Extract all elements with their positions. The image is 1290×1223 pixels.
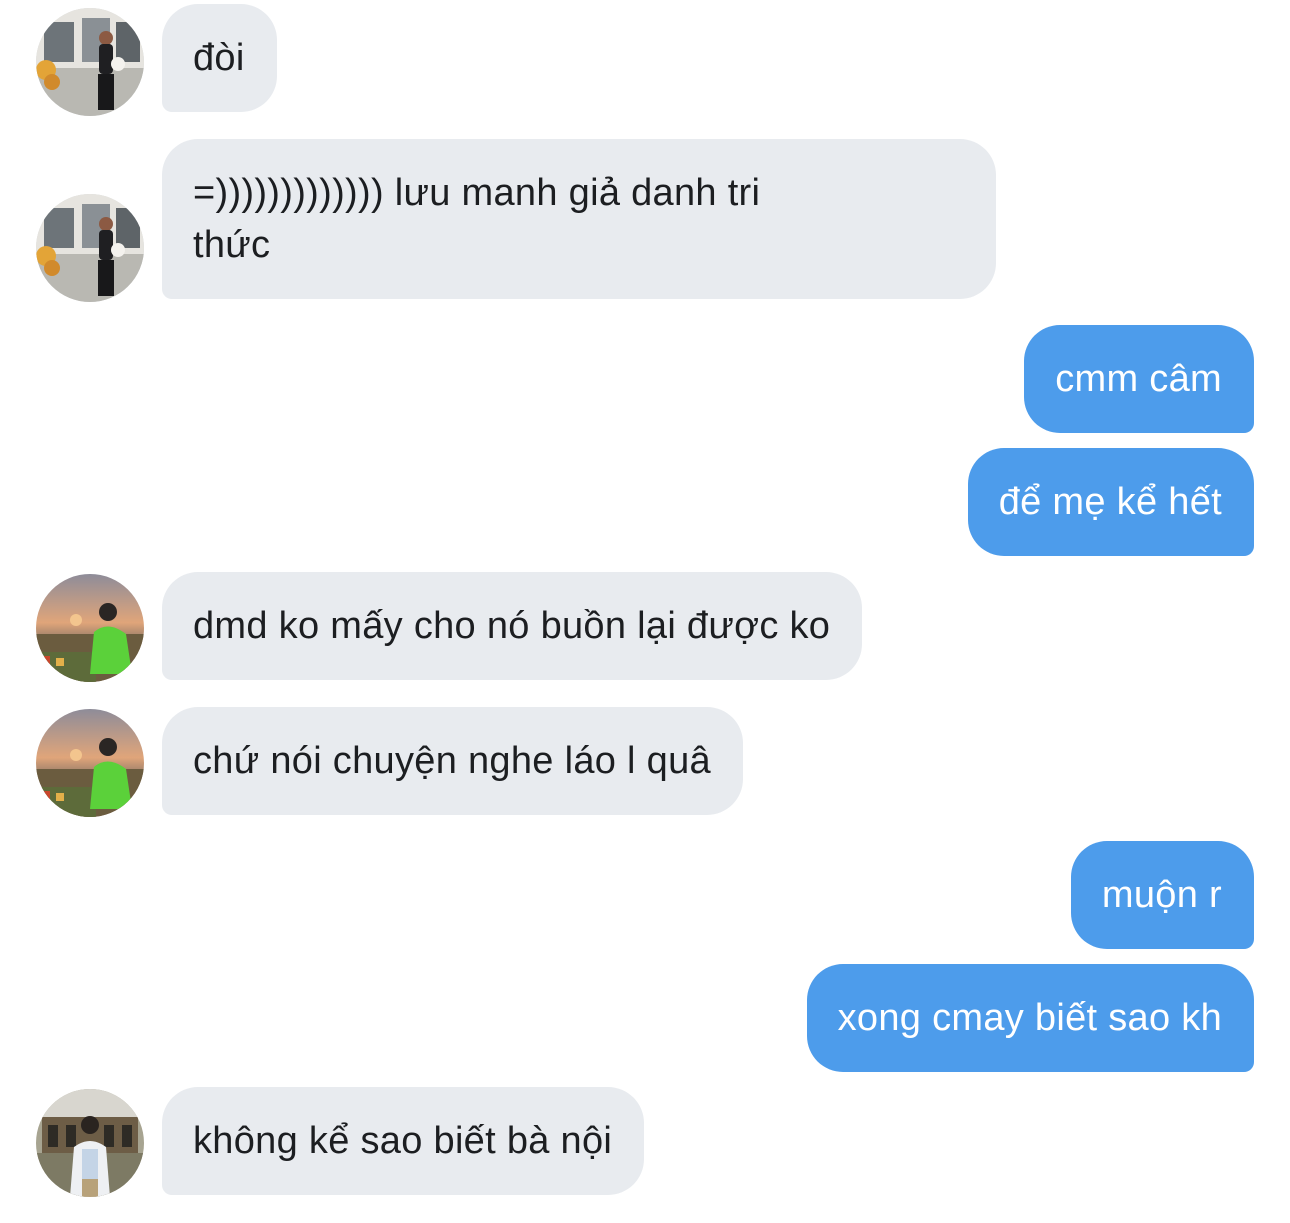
message-bubble-outgoing[interactable]: cmm câm — [1024, 325, 1254, 433]
message-bubble-incoming[interactable]: không kể sao biết bà nội — [162, 1087, 645, 1195]
message-bubble-incoming[interactable]: chứ nói chuyện nghe láo l quâ — [162, 707, 743, 815]
avatar-photo-sunset — [36, 709, 144, 817]
avatar-contact-a[interactable] — [36, 194, 144, 302]
message-bubble-incoming[interactable]: dmd ko mấy cho nó buồn lại được ko — [162, 572, 863, 680]
message-bubble-outgoing[interactable]: muộn r — [1070, 841, 1254, 949]
message-bubble-incoming[interactable]: đòi — [162, 4, 277, 112]
avatar-contact-c[interactable] — [36, 1089, 144, 1197]
avatar-contact-b[interactable] — [36, 574, 144, 682]
avatar-contact-a[interactable] — [36, 8, 144, 116]
avatar-contact-b[interactable] — [36, 709, 144, 817]
avatar-photo-sunset — [36, 574, 144, 682]
avatar-photo-building — [36, 1089, 144, 1197]
message-bubble-outgoing[interactable]: xong cmay biết sao kh — [806, 964, 1254, 1072]
chat-thread: đòi =))))))))))))) lưu manh giả danh tri… — [0, 0, 1290, 1223]
message-bubble-outgoing[interactable]: để mẹ kể hết — [967, 448, 1254, 556]
avatar-photo-storefront — [36, 8, 144, 116]
message-bubble-incoming[interactable]: =))))))))))))) lưu manh giả danh tri thứ… — [162, 139, 996, 299]
avatar-photo-storefront — [36, 194, 144, 302]
